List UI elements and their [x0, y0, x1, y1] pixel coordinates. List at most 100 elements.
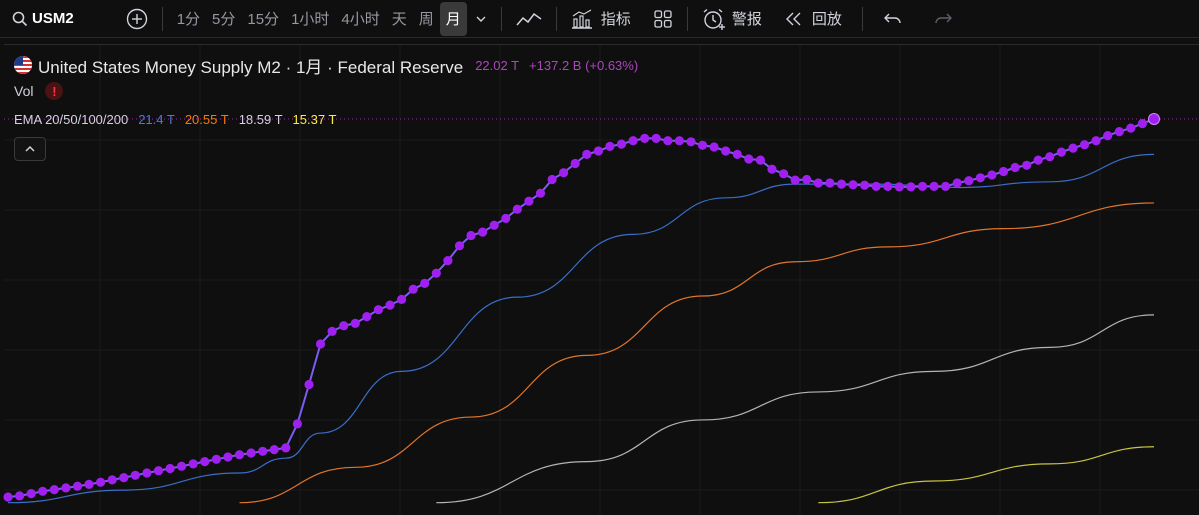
m2-data-point[interactable]	[61, 483, 71, 493]
m2-data-point[interactable]	[1033, 155, 1043, 165]
m2-data-point[interactable]	[1010, 162, 1020, 173]
m2-data-point[interactable]	[1056, 147, 1066, 157]
m2-data-point[interactable]	[211, 454, 221, 464]
m2-data-point[interactable]	[431, 268, 441, 278]
m2-data-point[interactable]	[975, 173, 986, 183]
m2-data-point[interactable]	[188, 459, 198, 469]
m2-data-point[interactable]	[524, 196, 534, 206]
m2-data-point[interactable]	[107, 475, 117, 485]
m2-data-point[interactable]	[941, 181, 951, 191]
m2-data-point[interactable]	[408, 284, 418, 294]
m2-data-point[interactable]	[373, 305, 383, 315]
m2-data-point[interactable]	[1126, 123, 1136, 133]
m2-data-point[interactable]	[234, 450, 245, 460]
m2-data-point[interactable]	[964, 176, 974, 186]
m2-data-point[interactable]	[952, 178, 962, 188]
ema-row[interactable]: EMA 20/50/100/200 21.4 T 20.55 T 18.59 T…	[14, 107, 638, 131]
m2-data-point[interactable]	[697, 140, 708, 150]
m2-data-point[interactable]	[871, 181, 881, 191]
m2-data-point[interactable]	[466, 230, 476, 241]
m2-data-point[interactable]	[281, 443, 291, 453]
m2-data-point[interactable]	[165, 463, 175, 474]
m2-data-point[interactable]	[327, 326, 337, 336]
m2-data-point[interactable]	[489, 220, 499, 230]
m2-data-point[interactable]	[397, 294, 407, 304]
m2-data-point[interactable]	[153, 466, 164, 476]
m2-data-point[interactable]	[350, 318, 360, 328]
m2-data-point[interactable]	[26, 489, 36, 499]
m2-data-point[interactable]	[1103, 131, 1113, 141]
m2-data-point[interactable]	[119, 473, 129, 483]
m2-data-point[interactable]	[767, 164, 777, 174]
m2-data-point[interactable]	[998, 166, 1009, 177]
m2-data-point[interactable]	[813, 178, 823, 188]
m2-data-point[interactable]	[478, 227, 488, 237]
m2-data-point[interactable]	[744, 154, 754, 164]
m2-data-point[interactable]	[535, 188, 546, 198]
m2-data-point[interactable]	[142, 468, 152, 478]
m2-data-point[interactable]	[651, 133, 661, 143]
m2-data-point[interactable]	[72, 481, 83, 491]
m2-data-point[interactable]	[547, 174, 557, 185]
m2-data-point[interactable]	[304, 379, 314, 390]
m2-data-point[interactable]	[1148, 113, 1160, 125]
m2-data-point[interactable]	[1079, 140, 1090, 150]
m2-data-point[interactable]	[894, 182, 904, 192]
m2-data-point[interactable]	[1045, 152, 1055, 162]
m2-data-point[interactable]	[1091, 136, 1101, 146]
m2-data-point[interactable]	[454, 241, 465, 251]
m2-data-point[interactable]	[906, 182, 916, 192]
m2-data-point[interactable]	[802, 174, 812, 185]
m2-data-point[interactable]	[686, 137, 696, 147]
m2-data-point[interactable]	[269, 445, 279, 455]
volume-row[interactable]: Vol !	[14, 79, 638, 103]
series-title-row[interactable]: United States Money Supply M2 · 1月 · Fed…	[14, 53, 638, 77]
m2-data-point[interactable]	[848, 180, 858, 190]
m2-data-point[interactable]	[200, 457, 210, 467]
m2-data-point[interactable]	[49, 485, 59, 495]
m2-data-point[interactable]	[130, 470, 140, 480]
m2-data-point[interactable]	[709, 142, 719, 152]
m2-data-point[interactable]	[674, 136, 685, 146]
m2-data-point[interactable]	[1114, 127, 1124, 137]
m2-data-point[interactable]	[755, 155, 766, 165]
m2-data-point[interactable]	[443, 256, 453, 266]
m2-data-point[interactable]	[790, 175, 800, 185]
m2-data-point[interactable]	[512, 204, 522, 214]
m2-data-point[interactable]	[84, 479, 94, 489]
m2-data-point[interactable]	[420, 278, 430, 288]
m2-data-point[interactable]	[96, 477, 106, 487]
price-change: +137.2 B (+0.63%)	[529, 57, 639, 73]
m2-data-point[interactable]	[362, 312, 372, 322]
m2-data-point[interactable]	[501, 213, 511, 223]
m2-data-point[interactable]	[732, 149, 742, 159]
m2-data-point[interactable]	[1022, 160, 1032, 170]
m2-data-point[interactable]	[339, 321, 349, 331]
m2-data-point[interactable]	[987, 170, 997, 180]
m2-data-point[interactable]	[292, 419, 302, 429]
m2-data-point[interactable]	[223, 452, 233, 462]
m2-data-point[interactable]	[1068, 143, 1078, 153]
m2-data-point[interactable]	[559, 168, 569, 178]
m2-data-point[interactable]	[15, 491, 25, 501]
m2-data-point[interactable]	[917, 181, 928, 191]
m2-data-point[interactable]	[177, 461, 187, 471]
m2-data-point[interactable]	[1137, 119, 1147, 129]
m2-data-point[interactable]	[385, 300, 395, 310]
m2-data-point[interactable]	[825, 178, 835, 188]
m2-data-point[interactable]	[883, 181, 893, 191]
warning-icon[interactable]: !	[45, 82, 64, 100]
m2-data-point[interactable]	[779, 169, 789, 179]
m2-data-point[interactable]	[246, 448, 256, 458]
m2-data-point[interactable]	[38, 486, 48, 496]
m2-data-point[interactable]	[836, 179, 847, 189]
m2-data-point[interactable]	[860, 180, 870, 190]
m2-data-point[interactable]	[640, 133, 650, 143]
m2-data-point[interactable]	[721, 146, 731, 156]
m2-data-point[interactable]	[315, 339, 326, 349]
collapse-legend-button[interactable]	[14, 137, 46, 161]
m2-data-point[interactable]	[929, 181, 939, 191]
m2-data-point[interactable]	[258, 446, 268, 456]
m2-data-point[interactable]	[3, 492, 13, 502]
m2-data-point[interactable]	[663, 136, 673, 146]
